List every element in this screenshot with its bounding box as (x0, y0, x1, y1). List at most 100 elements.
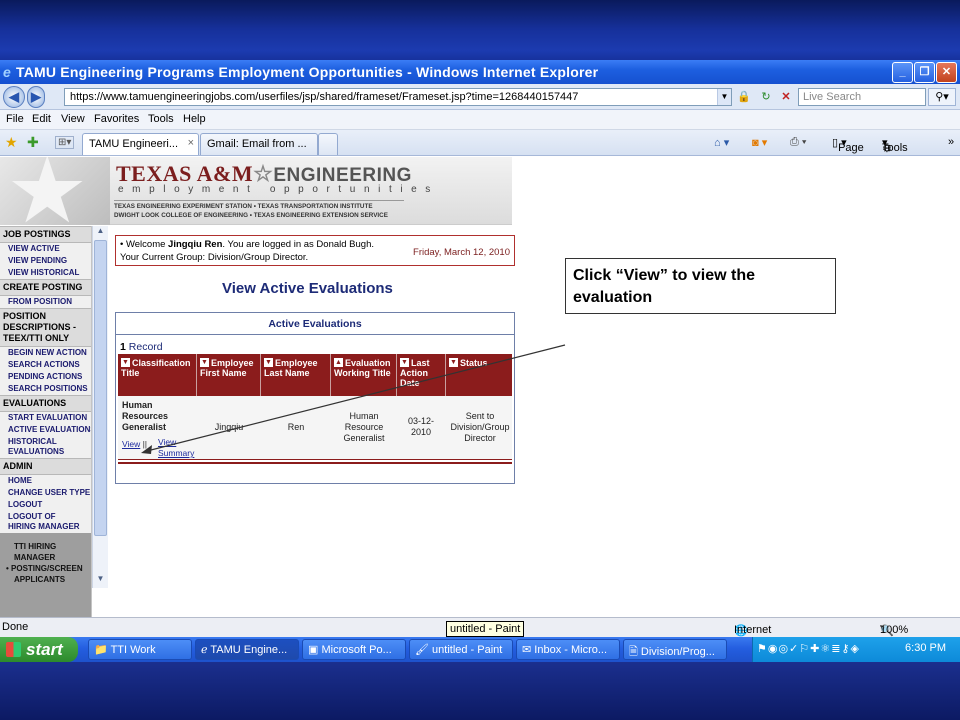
record-number: 1 (120, 341, 126, 353)
sort-down-icon[interactable]: ▼ (264, 358, 273, 367)
tray-icons[interactable]: ⚑◉◎✓⚐✚⚛≣⚷◈ (757, 642, 860, 655)
login-info: . You are logged in as Donald Bugh. (222, 239, 374, 250)
folder-icon: 📁 (94, 644, 108, 656)
column-header-first-name[interactable]: ▼ Employee First Name (197, 354, 261, 396)
star-icon: ★ (6, 157, 89, 225)
menu-favorites[interactable]: Favorites (94, 113, 139, 125)
taskbar-label: Microsoft Po... (321, 644, 392, 656)
view-link[interactable]: View (122, 439, 140, 449)
sidebar-item-logout[interactable]: LOGOUT (0, 499, 91, 511)
scroll-up-icon[interactable]: ▲ (94, 226, 107, 240)
home-icon[interactable]: ⌂ ▾ (714, 136, 729, 149)
tab-gmail[interactable]: Gmail: Email from ... (200, 133, 318, 155)
zone-label: Internet (734, 624, 772, 636)
start-label: start (26, 640, 63, 659)
sidebar-item-view-pending[interactable]: VIEW PENDING (0, 255, 91, 267)
start-button[interactable]: start (0, 637, 78, 662)
sidebar-item-historical-evaluations[interactable]: HISTORICAL EVALUATIONS (0, 436, 80, 458)
sort-down-icon[interactable]: ▼ (200, 358, 209, 367)
column-header-classification[interactable]: ▼ Classification Title (118, 354, 197, 396)
cell-status: Sent to Division/Group Director (450, 411, 510, 443)
star-logo: ★ (0, 157, 110, 225)
forward-button[interactable]: ▶ (27, 86, 45, 108)
new-tab-button[interactable] (318, 133, 338, 155)
sidebar-heading: CREATE POSTING (0, 279, 91, 296)
search-icon: ⚲▾ (935, 91, 949, 103)
sidebar-item-start-evaluation[interactable]: START EVALUATION (0, 412, 91, 424)
lock-icon[interactable]: 🔒 (736, 89, 752, 105)
sidebar-heading: POSITION DESCRIPTIONS - TEEX/TTI ONLY (0, 308, 91, 347)
taskbar-item-tamu[interactable]: ℯ TAMU Engine... (195, 639, 299, 660)
quick-tabs-icon[interactable]: ⊞▾ (55, 136, 75, 149)
taskbar-item-division[interactable]: 🗎 Division/Prog... (623, 639, 727, 660)
tab-tamu[interactable]: TAMU Engineeri... × (82, 133, 199, 155)
sidebar-item-pending-actions[interactable]: PENDING ACTIONS (0, 371, 91, 383)
back-button[interactable]: ◀ (3, 86, 25, 108)
sidebar-item-search-actions[interactable]: SEARCH ACTIONS (0, 359, 91, 371)
title-bar: e TAMU Engineering Programs Employment O… (0, 60, 960, 84)
taskbar-item-outlook[interactable]: ✉ Inbox - Micro... (516, 639, 620, 660)
cell-last-name: Ren (287, 422, 305, 432)
search-input[interactable]: Live Search (798, 88, 926, 106)
column-header-last-action-date[interactable]: ▼ Last Action Date (397, 354, 446, 396)
chevron-down-icon[interactable]: ▼ (717, 89, 731, 105)
stop-icon[interactable]: ✕ (778, 89, 794, 105)
minimize-button[interactable]: _ (892, 62, 913, 83)
print-icon[interactable]: ⎙ ▾ (790, 136, 806, 149)
taskbar: start 📁 TTI Work ℯ TAMU Engine... ▣ Micr… (0, 637, 960, 662)
sidebar-item-home[interactable]: HOME (0, 475, 91, 487)
sort-down-icon[interactable]: ▼ (400, 358, 409, 367)
brand-agencies-1: TEXAS ENGINEERING EXPERIMENT STATION • T… (114, 203, 373, 210)
evaluations-panel: Active Evaluations 1 Record ▼ Classificat… (115, 312, 515, 484)
taskbar-item-powerpoint[interactable]: ▣ Microsoft Po... (302, 639, 406, 660)
clock[interactable]: 6:30 PM (905, 642, 946, 654)
sidebar-scrollbar[interactable]: ▲ ▼ (92, 226, 108, 588)
taskbar-item-paint[interactable]: 🖌 untitled - Paint (409, 639, 513, 660)
taskbar-item-tti-work[interactable]: 📁 TTI Work (88, 639, 192, 660)
cell-classification: Human Resources Generalist View || View … (118, 396, 197, 460)
sidebar-item-view-historical[interactable]: VIEW HISTORICAL (0, 267, 91, 279)
feeds-icon[interactable]: ◙ ▾ (752, 136, 767, 149)
menu-file[interactable]: File (6, 113, 24, 125)
brand-agencies-2: DWIGHT LOOK COLLEGE OF ENGINEERING • TEX… (114, 212, 388, 219)
sidebar-item-begin-new-action[interactable]: BEGIN NEW ACTION (0, 347, 91, 359)
paint-icon: 🖌 (415, 644, 429, 656)
sort-down-icon[interactable]: ▼ (121, 358, 130, 367)
more-chevron-icon[interactable]: » (948, 136, 954, 148)
search-button[interactable]: ⚲▾ (928, 88, 956, 106)
view-summary-link[interactable]: View Summary (158, 437, 198, 459)
slide-background (0, 662, 960, 720)
scrollbar-thumb[interactable] (94, 240, 107, 536)
menu-view[interactable]: View (61, 113, 85, 125)
zoom-control[interactable]: 🔍 100% ▾ (880, 621, 908, 637)
column-header-last-name[interactable]: ▼ Employee Last Name (261, 354, 331, 396)
site-banner: ★ TEXAS A&M☆ENGINEERING employment oppor… (0, 157, 512, 225)
menu-help[interactable]: Help (183, 113, 206, 125)
close-button[interactable]: ✕ (936, 62, 957, 83)
menu-tools[interactable]: Tools (148, 113, 174, 125)
sidebar-item-active-evaluations[interactable]: ACTIVE EVALUATIONS (0, 424, 91, 436)
tools-menu-label: Tools (882, 142, 908, 154)
column-header-status[interactable]: ▼ Status (446, 354, 512, 396)
sidebar-item-change-user-type[interactable]: CHANGE USER TYPE (0, 487, 91, 499)
menu-edit[interactable]: Edit (32, 113, 51, 125)
scroll-down-icon[interactable]: ▼ (94, 574, 107, 588)
cell-last-action-date: 03-12-2010 (407, 416, 434, 437)
sidebar-item-logout-hiring-manager[interactable]: LOGOUT OF HIRING MANAGER (0, 511, 84, 533)
close-tab-icon[interactable]: × (188, 137, 194, 149)
refresh-icon[interactable]: ↻ (758, 89, 774, 105)
favorites-star-icon[interactable]: ★ (5, 134, 18, 151)
add-favorite-icon[interactable]: ✚ (27, 134, 39, 151)
tools-menu[interactable]: ⚙ Tools ▾ (882, 136, 908, 155)
column-header-working-title[interactable]: ▲ Evaluation Working Title (331, 354, 397, 396)
sidebar-item-view-active[interactable]: VIEW ACTIVE (0, 243, 91, 255)
instruction-callout: Click “View” to view the evaluation (565, 258, 836, 314)
url-input[interactable]: https://www.tamuengineeringjobs.com/user… (64, 88, 732, 106)
sort-up-icon[interactable]: ▲ (334, 358, 343, 367)
sidebar-item-from-position[interactable]: FROM POSITION (0, 296, 91, 308)
sort-down-icon[interactable]: ▼ (449, 358, 458, 367)
page-menu[interactable]: ▯ Page ▾ (832, 136, 864, 154)
maximize-button[interactable]: ❐ (914, 62, 935, 83)
sidebar-item-search-positions[interactable]: SEARCH POSITIONS (0, 383, 91, 395)
record-count: 1 Record (120, 341, 163, 353)
